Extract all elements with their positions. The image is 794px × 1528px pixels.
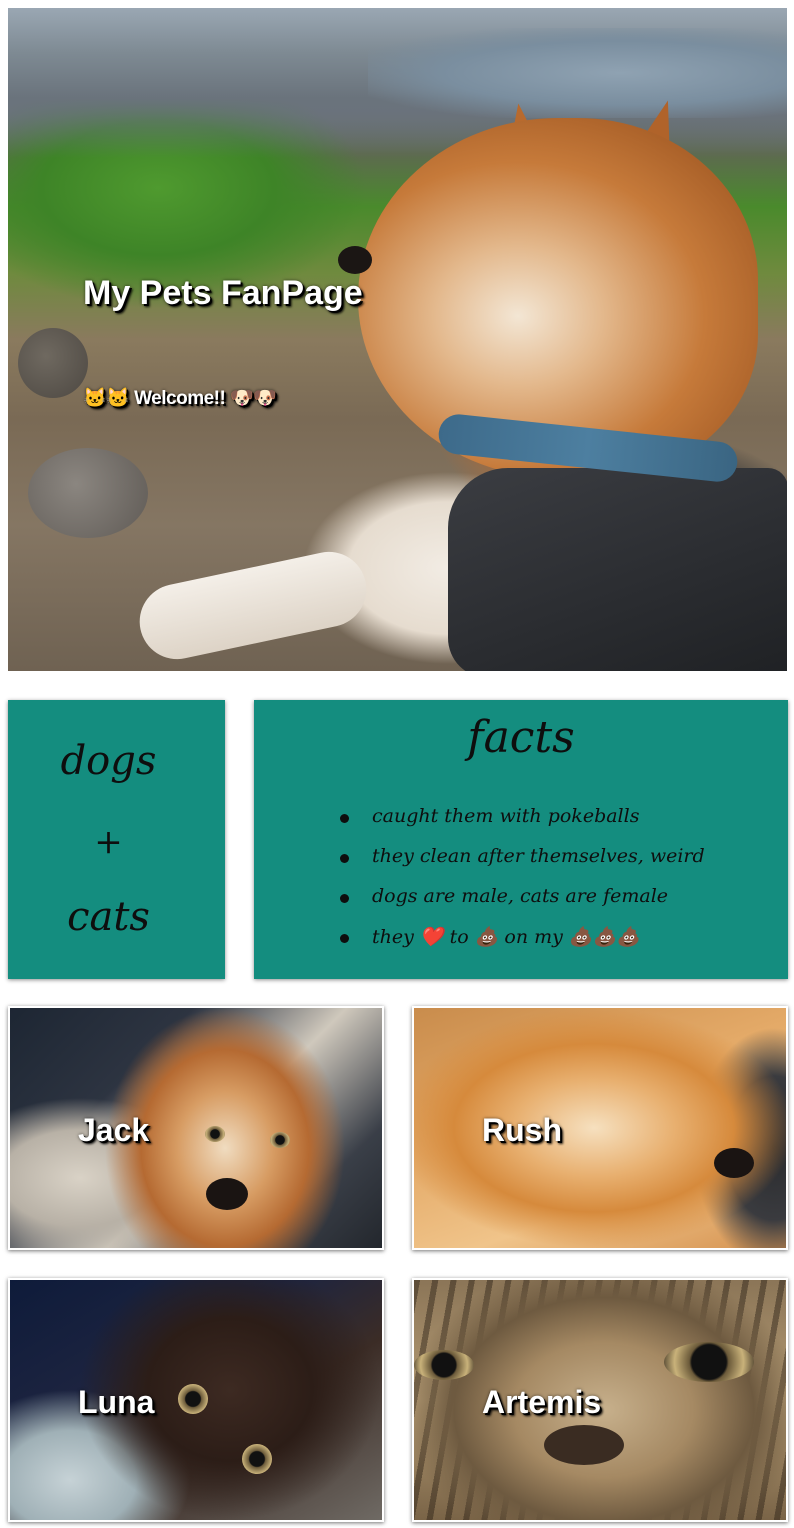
fact-item: dogs are male, cats are female [340, 885, 705, 925]
intro-word-dogs: dogs [60, 738, 157, 784]
hero-dog-nose [338, 246, 372, 274]
pet-nose [714, 1148, 754, 1178]
pet-name-luna: Luna [78, 1384, 155, 1420]
hero-photo-rock [28, 448, 148, 538]
fact-item: they clean after themselves, weird [340, 845, 705, 885]
page-title: My Pets FanPage [83, 274, 363, 312]
pet-card-luna[interactable]: Luna [8, 1278, 384, 1522]
fact-item: they ❤️ to 💩 on my 💩💩💩 [340, 925, 705, 965]
facts-list: caught them with pokeballs they clean af… [340, 805, 705, 965]
pet-eye [664, 1342, 754, 1382]
pet-nose [544, 1425, 624, 1465]
pet-eye [242, 1444, 272, 1474]
pet-nose [206, 1178, 248, 1210]
pet-card-jack[interactable]: Jack [8, 1006, 384, 1250]
pet-eye [270, 1132, 290, 1148]
facts-heading: facts [467, 712, 575, 763]
pet-eye [205, 1126, 225, 1142]
hero-dog-harness [448, 468, 787, 671]
pet-eye [414, 1350, 474, 1380]
hero-banner [8, 8, 787, 671]
fact-item: caught them with pokeballs [340, 805, 705, 845]
hero-photo-bay [368, 28, 787, 118]
hero-dog-paw [132, 544, 374, 667]
pet-eye [178, 1384, 208, 1414]
welcome-text: 🐱🐱 Welcome!! 🐶🐶 [83, 388, 277, 409]
pet-card-artemis[interactable]: Artemis [412, 1278, 788, 1522]
pet-name-rush: Rush [482, 1112, 562, 1148]
intro-word-cats: cats [67, 894, 150, 940]
intro-word-plus: + [94, 822, 123, 862]
pet-name-jack: Jack [78, 1112, 150, 1148]
hero-photo-rock [18, 328, 88, 398]
pet-name-artemis: Artemis [482, 1384, 602, 1420]
pet-card-rush[interactable]: Rush [412, 1006, 788, 1250]
